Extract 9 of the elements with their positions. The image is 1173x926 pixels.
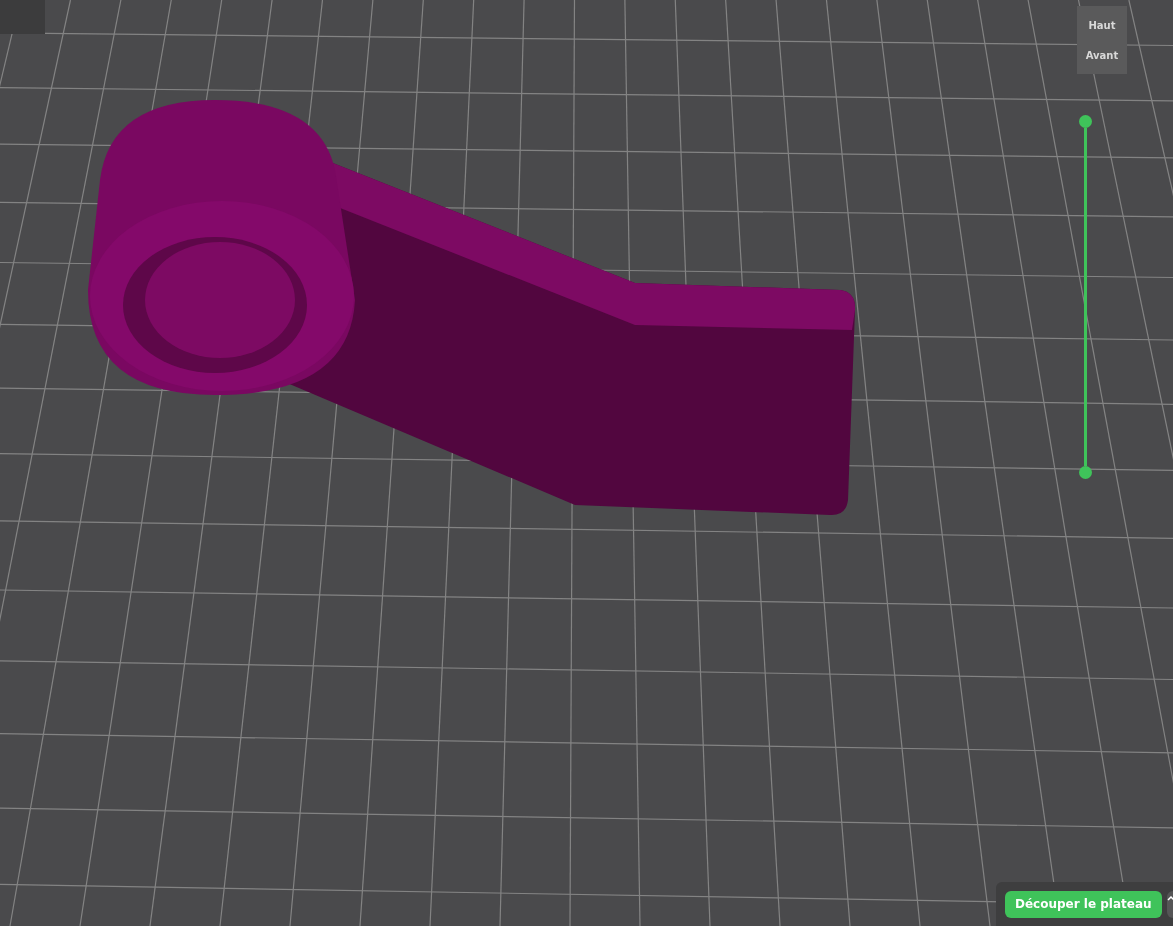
cube-face-label: Avant bbox=[1085, 48, 1119, 63]
expand-button[interactable] bbox=[1166, 890, 1173, 918]
cube-face-label: Haut bbox=[1088, 18, 1116, 33]
slider-top-handle[interactable] bbox=[1079, 115, 1092, 128]
caret-icon bbox=[1166, 895, 1173, 901]
slider-bottom-handle[interactable] bbox=[1079, 466, 1092, 479]
layer-slider-track[interactable] bbox=[1084, 128, 1087, 466]
view-cube[interactable]: Haut Avant bbox=[1077, 6, 1127, 74]
panel-edge bbox=[0, 0, 45, 34]
